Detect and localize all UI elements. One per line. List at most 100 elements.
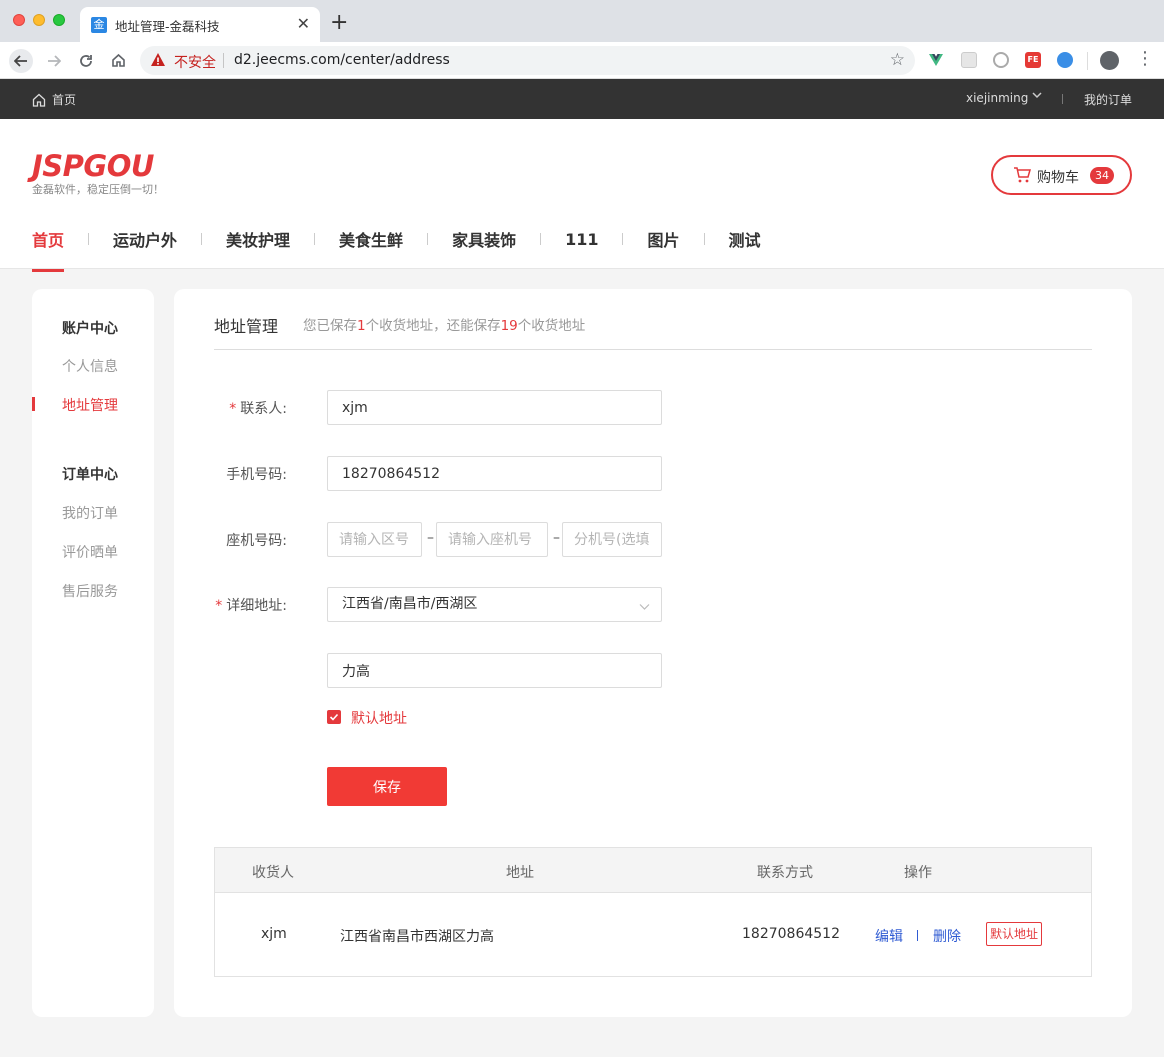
back-button[interactable] — [9, 49, 33, 73]
street-address-input[interactable] — [327, 653, 662, 688]
edit-address-link[interactable]: 编辑 — [875, 926, 903, 946]
sidebar-item-reviews[interactable]: 评价晒单 — [62, 542, 118, 562]
address-table: 收货人 地址 联系方式 操作 xjm 江西省南昌市西湖区力高 182708645… — [214, 847, 1092, 977]
home-button[interactable] — [106, 49, 130, 73]
browser-home-icon — [111, 53, 125, 67]
nav-item-food[interactable]: 美食生鲜 — [339, 227, 403, 272]
nav-item-sports[interactable]: 运动户外 — [113, 227, 177, 272]
nav-divider — [201, 233, 203, 245]
extension-grid-icon[interactable] — [961, 52, 977, 68]
top-home-link[interactable]: 首页 — [32, 91, 76, 108]
phone-input[interactable] — [327, 456, 662, 491]
nav-item-furniture[interactable]: 家具装饰 — [452, 227, 516, 272]
sidebar-group-orders: 订单中心 — [62, 467, 118, 483]
landline-dash: – — [427, 530, 434, 546]
site-top-bar: 首页 xiejinming 我的订单 — [0, 79, 1164, 119]
main-nav: 首页 运动户外 美妆护理 美食生鲜 家具装饰 111 图片 测试 — [32, 227, 761, 272]
tab-close-icon[interactable]: ✕ — [297, 14, 310, 33]
nav-divider — [540, 233, 542, 245]
sidebar-item-my-orders[interactable]: 我的订单 — [62, 503, 118, 523]
top-my-orders-link[interactable]: 我的订单 — [1084, 91, 1132, 108]
address-label-text: 详细地址: — [226, 598, 287, 614]
quota-prefix: 您已保存 — [303, 318, 357, 334]
nav-item-test[interactable]: 测试 — [729, 227, 761, 272]
vue-devtools-extension-icon[interactable] — [928, 52, 944, 68]
chevron-down-icon[interactable] — [639, 601, 650, 615]
area-code-input[interactable] — [327, 522, 422, 557]
sidebar-active-marker — [32, 397, 35, 411]
sidebar-item-address[interactable]: 地址管理 — [62, 395, 118, 415]
nav-divider — [427, 233, 429, 245]
sidebar-item-profile[interactable]: 个人信息 — [62, 356, 118, 376]
warning-icon — [151, 53, 165, 66]
window-zoom-control[interactable] — [53, 14, 65, 26]
default-address-label[interactable]: 默认地址 — [351, 708, 407, 728]
table-header: 收货人 地址 联系方式 操作 — [215, 848, 1091, 893]
sidebar-item-after-sales[interactable]: 售后服务 — [62, 581, 118, 601]
contact-input[interactable] — [327, 390, 662, 425]
reload-icon — [80, 55, 92, 67]
phone-label: 手机号码: — [226, 467, 287, 483]
page-title: 地址管理 — [214, 317, 279, 336]
cart-label: 购物车 — [1037, 170, 1079, 186]
extension-input[interactable] — [562, 522, 662, 557]
region-select[interactable]: 江西省/南昌市/西湖区 — [327, 587, 662, 622]
contact-label-text: 联系人: — [240, 401, 287, 417]
quota-suffix: 个收货地址 — [517, 318, 586, 334]
site-slogan: 金磊软件，稳定压倒一切！ — [32, 183, 164, 196]
delete-address-link[interactable]: 删除 — [933, 926, 961, 946]
address-bar[interactable]: 不安全 d2.jeecms.com/center/address ☆ — [140, 46, 915, 75]
forward-button[interactable] — [42, 49, 66, 73]
nav-item-home[interactable]: 首页 — [32, 227, 65, 272]
fe-extension-icon[interactable]: FE — [1025, 52, 1041, 68]
arrow-right-icon — [48, 55, 62, 67]
window-minimize-control[interactable] — [33, 14, 45, 26]
address-panel: 地址管理 您已保存1个收货地址，还能保存19个收货地址 *联系人: 手机号码: … — [174, 289, 1132, 1017]
save-button[interactable]: 保存 — [327, 767, 447, 806]
nav-divider — [703, 233, 705, 245]
remaining-count: 19 — [500, 318, 518, 334]
kebab-menu-icon[interactable]: ⋮ — [1136, 48, 1154, 69]
url-text[interactable]: d2.jeecms.com/center/address — [234, 52, 450, 68]
top-bar-divider — [1062, 94, 1063, 104]
browser-tab-active[interactable]: 金 地址管理-金磊科技 ✕ — [80, 7, 320, 42]
cart-icon — [1014, 167, 1031, 183]
landline-input[interactable] — [436, 522, 548, 557]
chevron-down-icon[interactable] — [1032, 90, 1042, 103]
site-header: JSPGOU 金磊软件，稳定压倒一切！ 购物车 34 首页 运动户外 美妆护理 … — [0, 119, 1164, 272]
top-home-label: 首页 — [52, 93, 77, 107]
cart-count-badge: 34 — [1090, 167, 1114, 184]
quota-middle: 个收货地址，还能保存 — [365, 318, 501, 334]
default-address-tag: 默认地址 — [986, 922, 1043, 946]
globe-extension-icon[interactable] — [1057, 52, 1073, 68]
browser-toolbar: 不安全 d2.jeecms.com/center/address ☆ FE ⋮ — [0, 42, 1164, 79]
column-header-actions: 操作 — [904, 865, 932, 881]
default-address-checkbox[interactable] — [327, 710, 341, 724]
toolbar-divider — [1087, 52, 1088, 70]
star-icon[interactable]: ☆ — [890, 50, 905, 70]
user-menu[interactable]: xiejinming — [966, 91, 1028, 105]
required-mark: * — [215, 598, 223, 614]
window-close-control[interactable] — [13, 14, 25, 26]
nav-item-pictures[interactable]: 图片 — [647, 227, 679, 272]
reload-button[interactable] — [74, 49, 98, 73]
home-icon — [32, 93, 46, 107]
nav-item-beauty[interactable]: 美妆护理 — [226, 227, 290, 272]
sidebar-group-account: 账户中心 — [62, 321, 118, 337]
cart-button[interactable]: 购物车 34 — [991, 155, 1132, 195]
arrow-left-icon — [13, 55, 27, 67]
action-divider — [917, 930, 918, 941]
extension-target-icon[interactable] — [993, 52, 1009, 68]
profile-icon[interactable] — [1100, 51, 1119, 70]
extension-dash: – — [553, 530, 560, 546]
browser-tab-bar: 金 地址管理-金磊科技 ✕ + — [0, 0, 1164, 42]
new-tab-button[interactable]: + — [330, 12, 348, 34]
not-secure-label[interactable]: 不安全 — [174, 52, 216, 72]
landline-label: 座机号码: — [226, 533, 287, 549]
nav-divider — [314, 233, 316, 245]
required-mark: * — [229, 401, 237, 417]
site-logo[interactable]: JSPGOU — [32, 149, 154, 183]
row-contact: 18270864512 — [742, 926, 840, 942]
tab-favicon-icon: 金 — [91, 17, 107, 33]
nav-item-111[interactable]: 111 — [565, 230, 598, 270]
